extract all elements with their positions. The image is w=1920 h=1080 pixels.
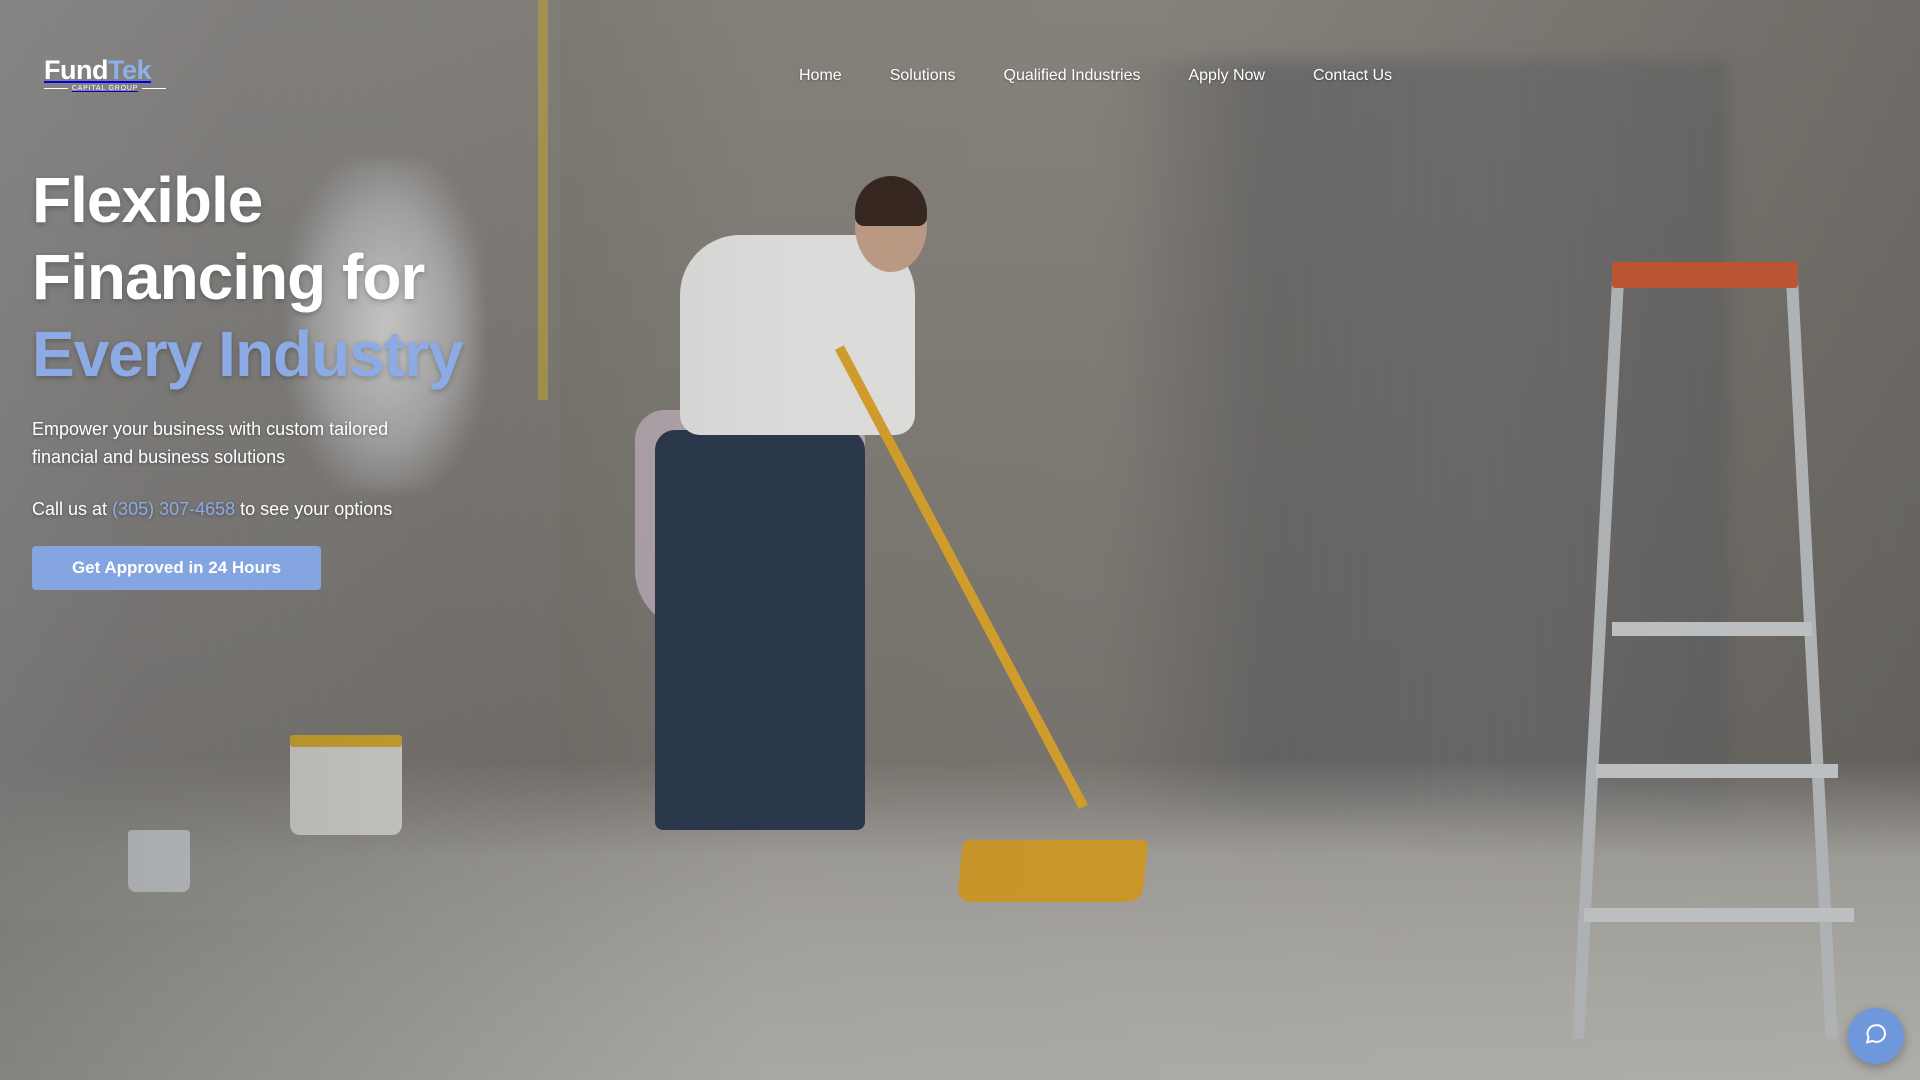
nav-contact-us[interactable]: Contact Us xyxy=(1313,64,1392,88)
hero-subtitle: Empower your business with custom tailor… xyxy=(32,419,389,467)
hero-title-accent: Every Industry xyxy=(32,318,464,390)
brand-logo[interactable]: FundTek CAPITAL GROUP xyxy=(44,56,167,92)
hero-title: Flexible Financing for Every Industry xyxy=(32,162,552,393)
nav-home[interactable]: Home xyxy=(799,64,842,88)
logo-tagline: CAPITAL GROUP xyxy=(71,85,139,92)
hero-title-line-1: Flexible xyxy=(32,164,263,236)
main-nav: Home Solutions Qualified Industries Appl… xyxy=(799,64,1392,88)
call-suffix: to see your options xyxy=(240,499,393,519)
logo-rule xyxy=(44,88,68,89)
nav-qualified-industries[interactable]: Qualified Industries xyxy=(1004,64,1141,88)
phone-link[interactable]: (305) 307-4658 xyxy=(112,499,235,519)
hero-title-line-2: Financing for xyxy=(32,241,425,313)
logo-word-fund: Fund xyxy=(44,55,108,85)
hero-call-line: Call us at (305) 307-4658 to see your op… xyxy=(32,495,552,523)
logo-word-tek: Tek xyxy=(107,55,152,85)
logo-subline: CAPITAL GROUP xyxy=(44,85,167,92)
logo-rule xyxy=(142,88,167,89)
hero-section: Flexible Financing for Every Industry Em… xyxy=(32,162,552,523)
call-prefix: Call us at xyxy=(32,499,108,519)
chat-bubble-icon xyxy=(1864,1022,1888,1051)
chat-widget-button[interactable] xyxy=(1848,1008,1904,1064)
nav-apply-now[interactable]: Apply Now xyxy=(1188,64,1264,88)
site-header: FundTek CAPITAL GROUP Home Solutions Qua… xyxy=(0,0,1920,150)
get-approved-button[interactable]: Get Approved in 24 Hours xyxy=(32,546,321,590)
logo-wordmark: FundTek xyxy=(44,56,166,84)
nav-solutions[interactable]: Solutions xyxy=(890,64,956,88)
